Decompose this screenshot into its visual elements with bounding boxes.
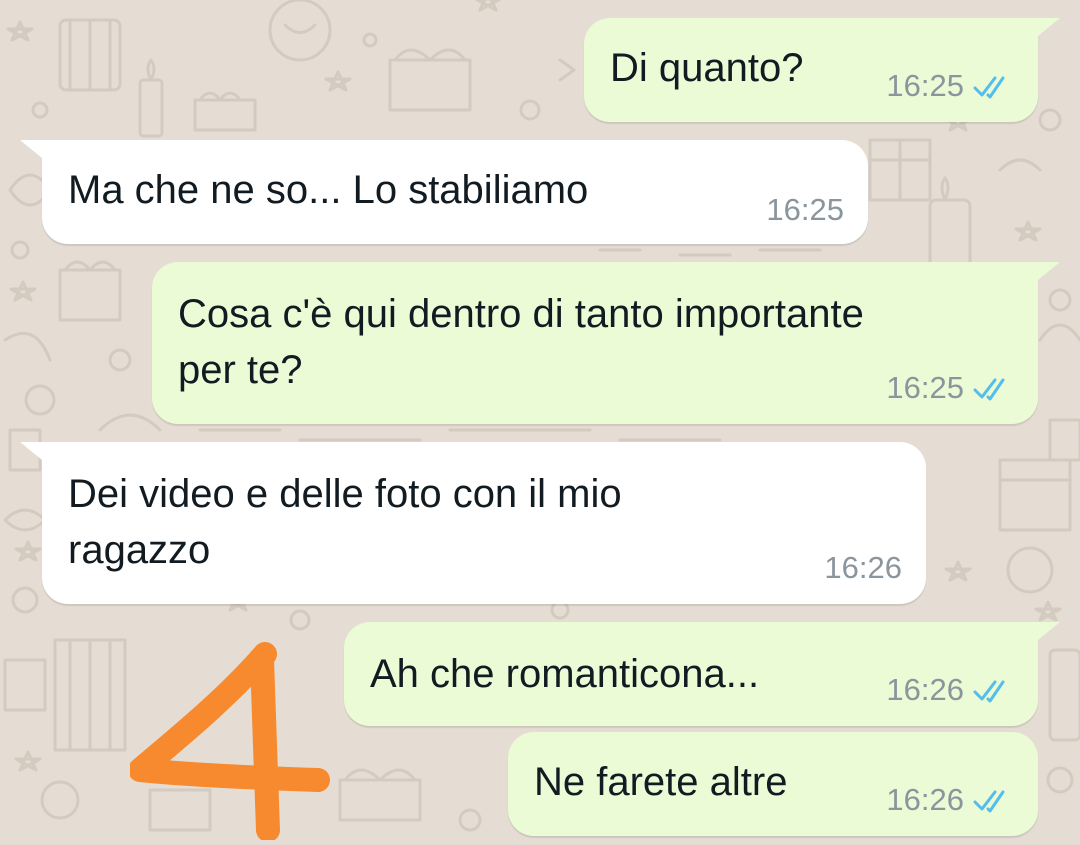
message-timestamp: 16:25	[886, 370, 964, 405]
double-check-icon	[973, 378, 1005, 401]
double-check-icon	[973, 680, 1005, 703]
message-timestamp: 16:26	[824, 550, 902, 585]
handwritten-number-4-annotation: 4	[130, 642, 330, 840]
double-check-icon	[973, 790, 1005, 813]
message-timestamp: 16:26	[886, 782, 964, 817]
message-text: Cosa c'è qui dentro di tanto importante	[178, 292, 864, 336]
message-bubble-received[interactable]: Ma che ne so... Lo stabiliamo 16:25	[20, 140, 868, 244]
message-bubble-sent[interactable]: Di quanto? 16:25	[584, 18, 1060, 122]
message-text: Ah che romanticona...	[370, 652, 760, 696]
message-text: Ma che ne so... Lo stabiliamo	[68, 168, 589, 212]
message-text: per te?	[178, 348, 303, 392]
message-timestamp: 16:25	[766, 192, 844, 227]
message-text: Ne farete altre	[534, 760, 788, 804]
message-timestamp: 16:25	[886, 68, 964, 103]
double-check-icon	[973, 76, 1005, 99]
message-timestamp: 16:26	[886, 672, 964, 707]
message-bubble-sent[interactable]: Ah che romanticona... 16:26	[344, 622, 1060, 726]
message-bubble-sent[interactable]: Ne farete altre 16:26	[508, 732, 1038, 836]
message-text: Di quanto?	[610, 46, 804, 90]
message-text: Dei video e delle foto con il mio	[68, 472, 622, 516]
message-bubble-sent[interactable]: Cosa c'è qui dentro di tanto importante …	[152, 262, 1060, 424]
message-text: ragazzo	[68, 528, 211, 572]
message-bubble-received[interactable]: Dei video e delle foto con il mio ragazz…	[20, 442, 926, 604]
